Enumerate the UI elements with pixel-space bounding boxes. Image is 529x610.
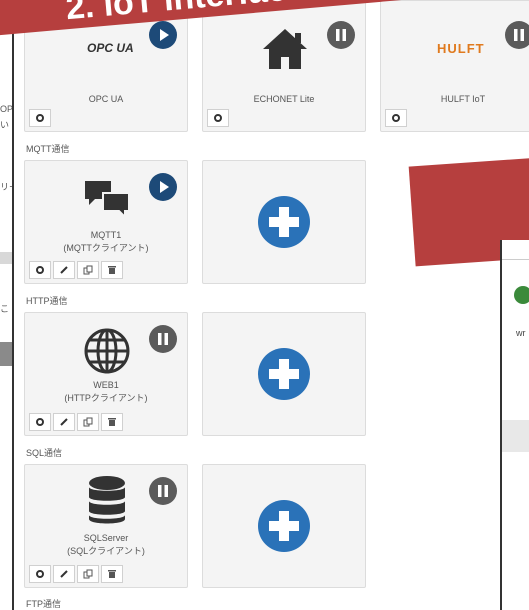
card-name: MQTT1	[90, 230, 122, 240]
section-label-sql: SQL通信	[26, 448, 63, 458]
pause-icon[interactable]	[327, 21, 355, 49]
card-toolbar	[29, 109, 53, 127]
opcua-logo: OPC UA	[87, 41, 134, 55]
trash-icon[interactable]	[101, 413, 123, 431]
card-subtitle: (SQLクライアント)	[67, 546, 145, 556]
play-icon[interactable]	[149, 21, 177, 49]
card-subtitle: (MQTTクライアント)	[63, 243, 149, 253]
play-icon[interactable]	[149, 173, 177, 201]
right-window-text: wr	[516, 328, 526, 338]
card-name: WEB1	[93, 380, 119, 390]
card-label: HULFT IoT	[440, 94, 486, 104]
gear-icon[interactable]	[29, 261, 51, 279]
right-background-window: wr	[500, 240, 529, 610]
card-sqlserver[interactable]: SQLServer (SQLクライアント)	[24, 464, 188, 588]
card-toolbar	[385, 109, 409, 127]
trash-icon[interactable]	[101, 261, 123, 279]
right-window-header	[502, 240, 529, 260]
card-toolbar	[29, 565, 125, 583]
card-hulft[interactable]: HULFT HULFT IoT	[380, 0, 529, 132]
left-panel-text: い	[0, 120, 10, 130]
card-echonet[interactable]: ECHONET Lite	[202, 0, 366, 132]
card-toolbar	[29, 261, 125, 279]
left-panel-band	[0, 252, 12, 264]
card-toolbar	[29, 413, 125, 431]
copy-icon[interactable]	[77, 565, 99, 583]
left-background-panel: OP い リー こ	[0, 0, 14, 610]
card-add-mqtt[interactable]	[202, 160, 366, 284]
left-panel-text: OP	[0, 104, 14, 114]
card-subtitle: (HTTPクライアント)	[64, 393, 148, 403]
gear-icon[interactable]	[29, 565, 51, 583]
gear-icon[interactable]	[29, 109, 51, 127]
card-label: ECHONET Lite	[253, 94, 315, 104]
hulft-logo: HULFT	[437, 41, 485, 56]
gear-icon[interactable]	[29, 413, 51, 431]
house-icon	[263, 29, 307, 69]
section-label-ftp: FTP通信	[26, 599, 61, 609]
database-icon	[89, 476, 125, 524]
copy-icon[interactable]	[77, 413, 99, 431]
copy-icon[interactable]	[77, 261, 99, 279]
check-icon	[514, 286, 529, 304]
left-panel-text: リー	[0, 182, 12, 192]
add-icon[interactable]	[258, 348, 310, 400]
gear-icon[interactable]	[207, 109, 229, 127]
card-label: OPC UA	[88, 94, 124, 104]
gear-icon[interactable]	[385, 109, 407, 127]
add-icon[interactable]	[258, 196, 310, 248]
section-label-mqtt: MQTT通信	[26, 144, 70, 154]
edit-icon[interactable]	[53, 413, 75, 431]
pause-icon[interactable]	[149, 477, 177, 505]
card-toolbar	[207, 109, 231, 127]
card-name: SQLServer	[83, 533, 129, 543]
add-icon[interactable]	[258, 500, 310, 552]
card-add-sql[interactable]	[202, 464, 366, 588]
left-panel-dark-band	[0, 342, 12, 366]
right-window-band	[502, 420, 529, 452]
pause-icon[interactable]	[505, 21, 529, 49]
pause-icon[interactable]	[149, 325, 177, 353]
chat-icon	[85, 181, 130, 219]
globe-icon	[84, 328, 130, 374]
edit-icon[interactable]	[53, 261, 75, 279]
card-mqtt1[interactable]: MQTT1 (MQTTクライアント)	[24, 160, 188, 284]
edit-icon[interactable]	[53, 565, 75, 583]
left-panel-text: こ	[0, 304, 10, 314]
trash-icon[interactable]	[101, 565, 123, 583]
card-add-http[interactable]	[202, 312, 366, 436]
section-label-http: HTTP通信	[26, 296, 68, 306]
card-web1[interactable]: WEB1 (HTTPクライアント)	[24, 312, 188, 436]
